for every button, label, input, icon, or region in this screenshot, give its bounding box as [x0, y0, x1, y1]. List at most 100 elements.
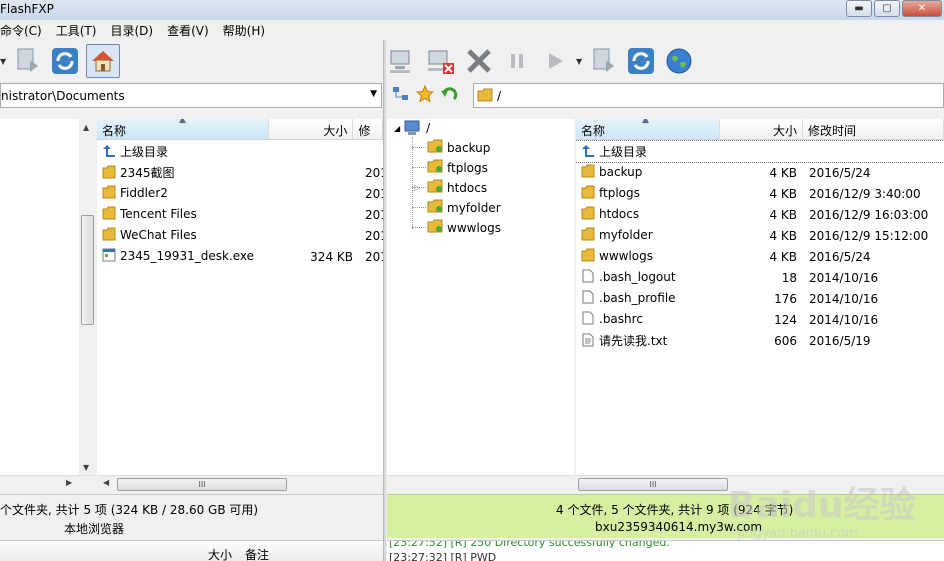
scroll-thumb[interactable]: III [578, 478, 728, 491]
local-tree-vscroll[interactable]: ▲ ▼ [79, 119, 96, 492]
scroll-thumb[interactable] [81, 215, 94, 325]
scroll-up-icon[interactable]: ▲ [83, 123, 89, 132]
table-row[interactable]: .bash_profile 176 2014/10/16 [576, 288, 944, 309]
menu-directory[interactable]: 目录(D) [103, 22, 160, 39]
cell-size: 324 KB [310, 249, 353, 264]
column-name[interactable]: ▲ 名称 [97, 119, 270, 139]
local-status-text: 个文件夹, 共计 5 项 (324 KB / 28.60 GB 可用) [0, 503, 259, 517]
table-row[interactable]: 请先读我.txt 606 2016/5/19 [576, 330, 944, 351]
back-arrow-icon[interactable] [440, 85, 458, 103]
tree-expand-icon[interactable]: ▷ [414, 183, 420, 192]
folder-icon [427, 199, 443, 216]
table-row[interactable]: backup 4 KB 2016/5/24 [576, 162, 944, 183]
local-list-hscroll[interactable]: ◀ III [97, 475, 383, 492]
dropdown-arrow-icon[interactable]: ▼ [0, 57, 6, 66]
abort-icon[interactable] [462, 44, 496, 78]
tree-item-wwwlogs[interactable]: wwwlogs [427, 219, 501, 236]
file-icon [581, 290, 595, 307]
folder-icon [581, 227, 595, 244]
tree-item-backup[interactable]: backup [427, 139, 490, 156]
column-size[interactable]: 大小 [269, 119, 354, 139]
menu-view[interactable]: 查看(V) [160, 22, 216, 39]
scroll-left-icon[interactable]: ◀ [103, 478, 109, 487]
table-row[interactable]: Tencent Files 201 [97, 204, 383, 225]
sort-ascending-icon: ▲ [179, 119, 186, 125]
home-icon[interactable] [86, 44, 121, 78]
log-line: [23:27:32] [R] PWD [389, 551, 497, 561]
menu-help[interactable]: 帮助(H) [216, 22, 272, 39]
menu-tools[interactable]: 工具(T) [49, 22, 104, 39]
scroll-thumb[interactable]: III [117, 478, 287, 491]
queue-column-size[interactable]: 大小 [208, 546, 232, 561]
transfer-icon[interactable] [586, 44, 620, 78]
play-icon[interactable] [538, 44, 572, 78]
cell-name: .bashrc [576, 311, 720, 328]
table-row[interactable]: htdocs 4 KB 2016/12/9 16:03:00 [576, 204, 944, 225]
tree-root[interactable]: ◢ / [394, 120, 430, 136]
dropdown-arrow-icon[interactable]: ▼ [576, 57, 582, 66]
cell-name: htdocs [576, 206, 720, 223]
disconnect-icon[interactable] [424, 44, 458, 78]
tree-toggle-icon[interactable] [392, 85, 410, 103]
cell-name: 2345_19931_desk.exe [97, 248, 273, 265]
table-row[interactable]: .bash_logout 18 2014/10/16 [576, 267, 944, 288]
table-row[interactable]: 上级目录 [97, 141, 383, 162]
local-path-text: nistrator\Documents [1, 89, 125, 103]
local-rows: 上级目录 2345截图 201 Fiddler2 201 Tencent Files 201… [97, 141, 383, 267]
cell-date: 201 [365, 186, 383, 201]
remote-path-input[interactable]: / [473, 83, 944, 108]
remote-tree-hscroll[interactable] [387, 475, 575, 492]
table-row[interactable]: myfolder 4 KB 2016/12/9 15:12:00 [576, 225, 944, 246]
menu-bar: 命令(C) 工具(T) 目录(D) 查看(V) 帮助(H) [0, 20, 944, 40]
table-row[interactable]: wwwlogs 4 KB 2016/5/24 [576, 246, 944, 267]
folder-icon [581, 206, 595, 223]
tree-item-label: myfolder [447, 200, 501, 215]
globe-icon[interactable] [662, 44, 696, 78]
folder-icon [581, 248, 595, 265]
file-name: 请先读我.txt [599, 333, 668, 348]
tree-collapse-icon[interactable]: ◢ [394, 124, 400, 133]
table-row[interactable]: WeChat Files 201 [97, 225, 383, 246]
transfer-icon[interactable] [10, 44, 44, 78]
folder-icon [477, 88, 493, 105]
table-row[interactable]: .bashrc 124 2014/10/16 [576, 309, 944, 330]
table-row[interactable]: Fiddler2 201 [97, 183, 383, 204]
watermark-brand: Baidu经验 [728, 485, 916, 526]
local-path-combobox[interactable]: nistrator\Documents ▼ [0, 83, 382, 108]
column-name[interactable]: ▲ 名称 [576, 119, 720, 139]
column-modified[interactable]: 修 [353, 119, 383, 139]
favorites-star-icon[interactable] [416, 85, 434, 103]
cell-size: 4 KB [769, 186, 797, 201]
table-row[interactable]: ftplogs 4 KB 2016/12/9 3:40:00 [576, 183, 944, 204]
cell-date: 2016/5/24 [809, 249, 871, 264]
column-size[interactable]: 大小 [720, 119, 803, 139]
scroll-down-icon[interactable]: ▼ [83, 463, 89, 472]
folder-icon [581, 164, 595, 181]
maximize-button[interactable]: ▢ [874, 0, 900, 17]
menu-command[interactable]: 命令(C) [0, 22, 49, 39]
queue-column-note[interactable]: 备注 [245, 546, 269, 561]
cell-date: 2016/12/9 3:40:00 [809, 186, 921, 201]
table-row[interactable]: 2345_19931_desk.exe 324 KB 201 [97, 246, 383, 267]
minimize-button[interactable]: ▬ [846, 0, 872, 17]
cell-size: 4 KB [769, 207, 797, 222]
pause-icon[interactable] [500, 44, 534, 78]
watermark-url: jingyan.baidu.com [738, 526, 858, 541]
tree-item-ftplogs[interactable]: ftplogs [427, 159, 488, 176]
folder-icon [102, 185, 116, 202]
file-icon [581, 311, 595, 328]
refresh-icon[interactable] [624, 44, 658, 78]
local-browser-label: 本地浏览器 [64, 522, 125, 536]
tree-item-myfolder[interactable]: myfolder [427, 199, 501, 216]
close-button[interactable]: ✕ [902, 0, 942, 17]
table-row[interactable]: 上级目录 [576, 140, 944, 163]
tree-item-htdocs[interactable]: htdocs [427, 179, 487, 196]
local-tree-hscroll[interactable]: ▶ [0, 475, 96, 492]
table-row[interactable]: 2345截图 201 [97, 162, 383, 183]
scroll-right-icon[interactable]: ▶ [66, 478, 72, 487]
column-modified[interactable]: 修改时间 [803, 119, 944, 139]
chevron-down-icon[interactable]: ▼ [370, 89, 377, 99]
pane-splitter[interactable] [383, 40, 386, 561]
refresh-icon[interactable] [48, 44, 82, 78]
connect-icon[interactable] [386, 44, 420, 78]
